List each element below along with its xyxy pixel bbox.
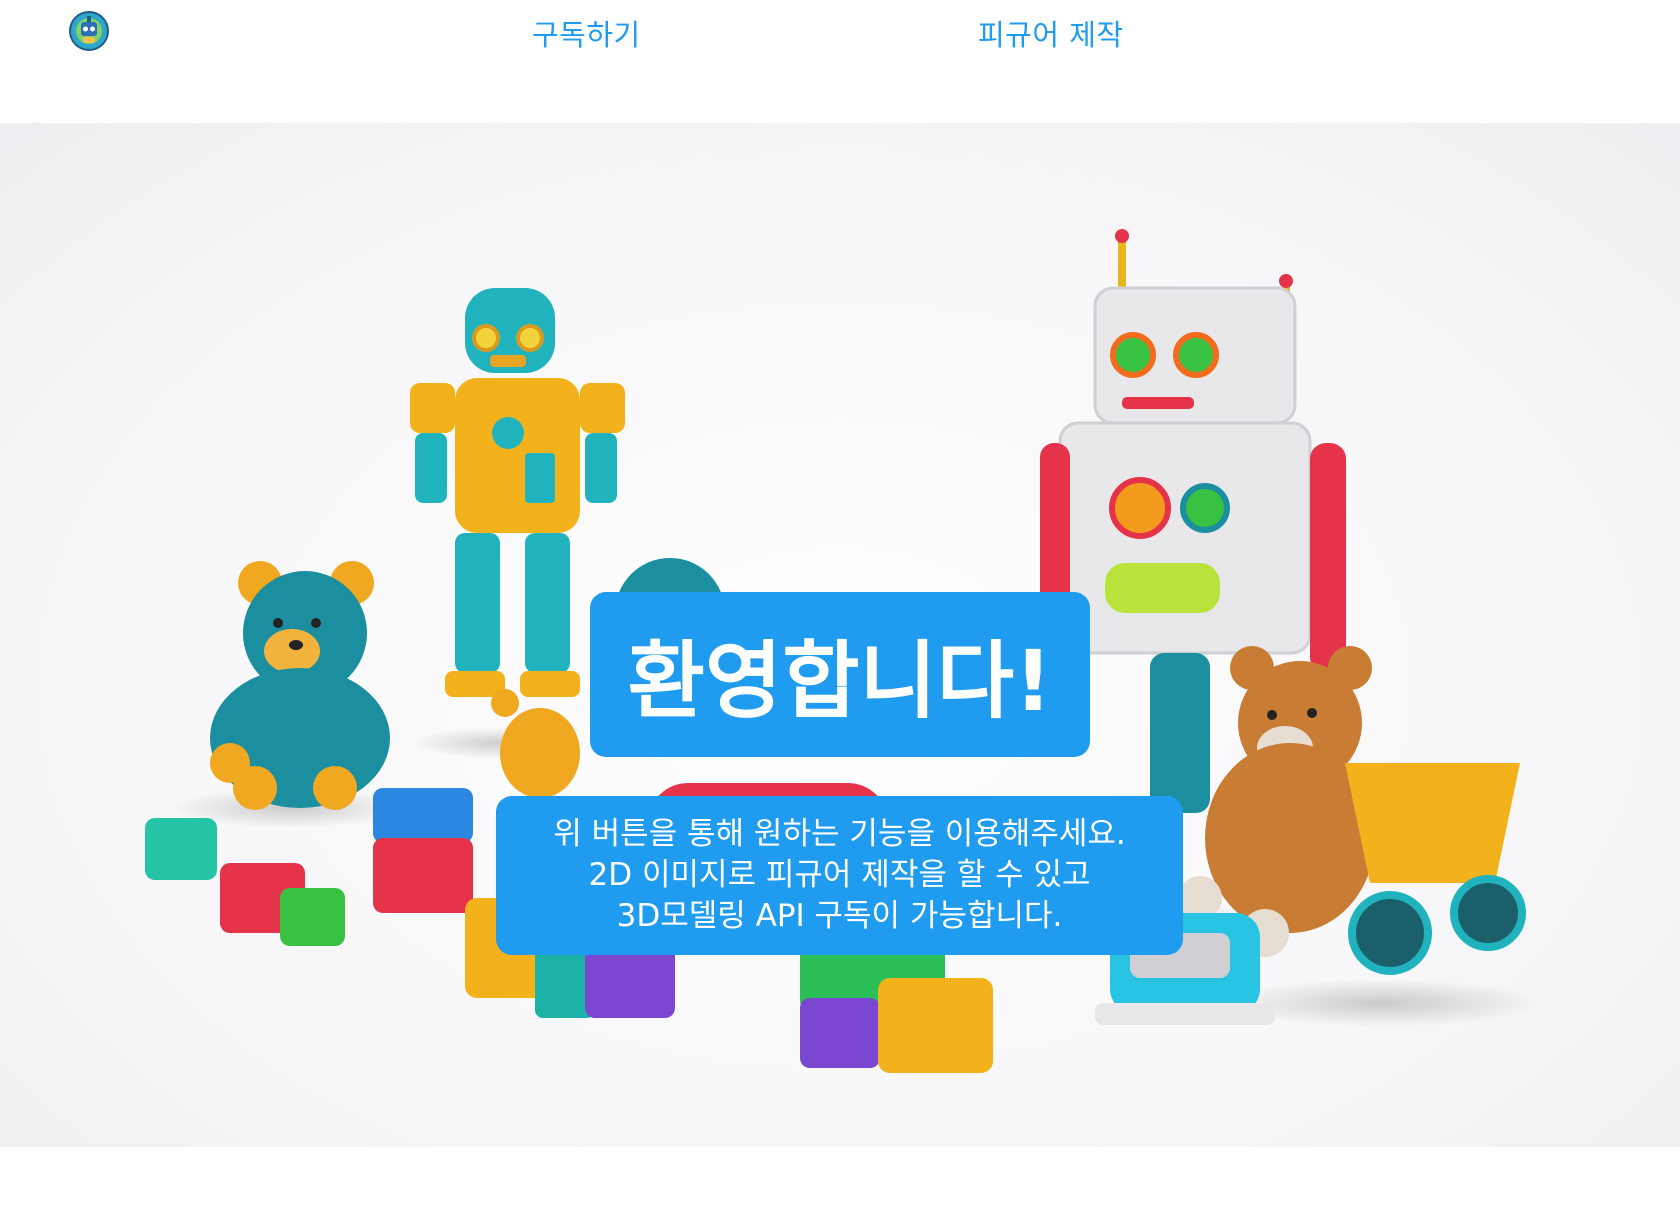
hero-section: 환영합니다! 위 버튼을 통해 원하는 기능을 이용해주세요. 2D 이미지로 … [0, 123, 1680, 1147]
yellow-toy-cart-icon [1345, 763, 1526, 975]
left-teddy-bear-icon [210, 561, 390, 810]
description-line-3: 3D모델링 API 구독이 가능합니다. [616, 898, 1063, 934]
logo-icon[interactable] [68, 10, 110, 52]
description-line-1: 위 버튼을 통해 원하는 기능을 이용해주세요. [553, 816, 1126, 852]
welcome-banner: 환영합니다! [590, 592, 1090, 757]
nav-figure-create-link[interactable]: 피규어 제작 [978, 12, 1124, 54]
description-box: 위 버튼을 통해 원하는 기능을 이용해주세요. 2D 이미지로 피규어 제작을… [496, 796, 1183, 955]
page-footer [0, 1147, 1680, 1211]
nav-subscribe-link[interactable]: 구독하기 [532, 12, 641, 54]
description-line-2: 2D 이미지로 피규어 제작을 할 수 있고 [588, 857, 1091, 893]
top-nav-bar: 구독하기 피규어 제작 [0, 0, 1680, 123]
welcome-title: 환영합니다! [627, 632, 1053, 730]
